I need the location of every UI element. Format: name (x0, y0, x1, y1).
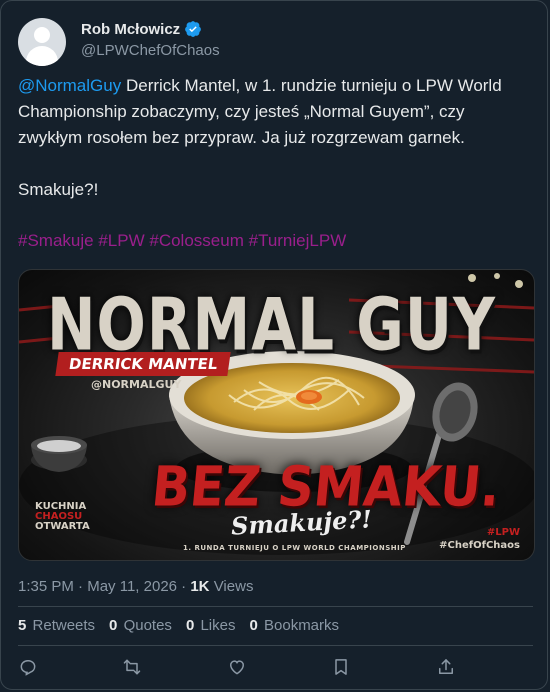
views-label: Views (209, 578, 254, 595)
author-handle[interactable]: @LPWChefOfChaos (81, 42, 220, 59)
avatar-body (26, 46, 58, 66)
divider (18, 606, 533, 607)
meta-separator: · (73, 578, 88, 595)
hashtag-link[interactable]: #TurniejLPW (249, 231, 347, 250)
author-display-name[interactable]: Rob Mcłowicz (81, 21, 180, 38)
quotes-count: 0 (109, 617, 118, 634)
salt-bowl (31, 436, 87, 472)
hashtag-list: #Smakuje #LPW #Colosseum #TurniejLPW (18, 228, 346, 254)
tweet-media-image[interactable]: NORMAL GUY DERRICK MANTEL @NORMALGUY BEZ… (18, 269, 535, 561)
likes-count: 0 (185, 617, 195, 634)
tweet-date[interactable]: May 11, 2026 (87, 578, 177, 595)
tweet-text: @NormalGuy Derrick Mantel, w 1. rundzie … (18, 73, 528, 203)
avatar-head (34, 27, 50, 43)
meta-separator: · (177, 578, 191, 595)
media-banner: DERRICK MANTEL (55, 352, 232, 376)
media-tag: #ChefOfChaos (439, 540, 520, 551)
engagement-stats: 5 Retweets 0 Quotes 0 Likes 0 Bookmarks (18, 617, 339, 634)
retweet-icon[interactable] (122, 657, 142, 677)
bookmarks-count: 0 (249, 617, 258, 634)
bookmarks-stat[interactable]: 0 Bookmarks (249, 617, 339, 634)
hashtag-link[interactable]: #Colosseum (149, 231, 244, 250)
views-count: 1K (190, 578, 210, 595)
reply-icon[interactable] (18, 657, 38, 677)
hashtag-link[interactable]: #Smakuje (18, 231, 94, 250)
quotes-label: Quotes (123, 617, 172, 634)
likes-stat[interactable]: 0 Likes (186, 617, 236, 634)
media-logo: KUCHNIA CHAOSU OTWARTA (35, 502, 90, 532)
media-handle: @NORMALGUY (91, 378, 182, 391)
mention-link[interactable]: @NormalGuy (18, 76, 121, 95)
tweet-meta: 1:35 PM · May 11, 2026 · 1K Views (18, 578, 253, 595)
share-icon[interactable] (436, 657, 456, 677)
author-name-row: Rob Mcłowicz (81, 19, 202, 39)
retweets-stat[interactable]: 5 Retweets (18, 617, 95, 634)
like-icon[interactable] (227, 657, 247, 677)
media-tags: #LPW #ChefOfChaos (439, 526, 520, 552)
likes-label: Likes (200, 617, 236, 634)
tweet-card: Rob Mcłowicz @LPWChefOfChaos @NormalGuy … (0, 0, 548, 690)
quotes-stat[interactable]: 0 Quotes (109, 617, 172, 634)
verified-badge-icon (185, 21, 202, 37)
media-logo-line: OTWARTA (35, 521, 90, 532)
bookmarks-label: Bookmarks (264, 617, 340, 634)
hashtag-link[interactable]: #LPW (98, 231, 144, 250)
tweet-time[interactable]: 1:35 PM (18, 578, 74, 595)
retweets-count: 5 (18, 617, 27, 634)
avatar[interactable] (18, 18, 66, 66)
action-bar (18, 653, 533, 681)
divider (18, 645, 533, 646)
media-subline: 1. RUNDA TURNIEJU O LPW WORLD CHAMPIONSH… (183, 544, 406, 552)
media-tag: #LPW (486, 527, 520, 538)
bookmark-icon[interactable] (331, 657, 351, 677)
retweets-label: Retweets (32, 617, 96, 634)
